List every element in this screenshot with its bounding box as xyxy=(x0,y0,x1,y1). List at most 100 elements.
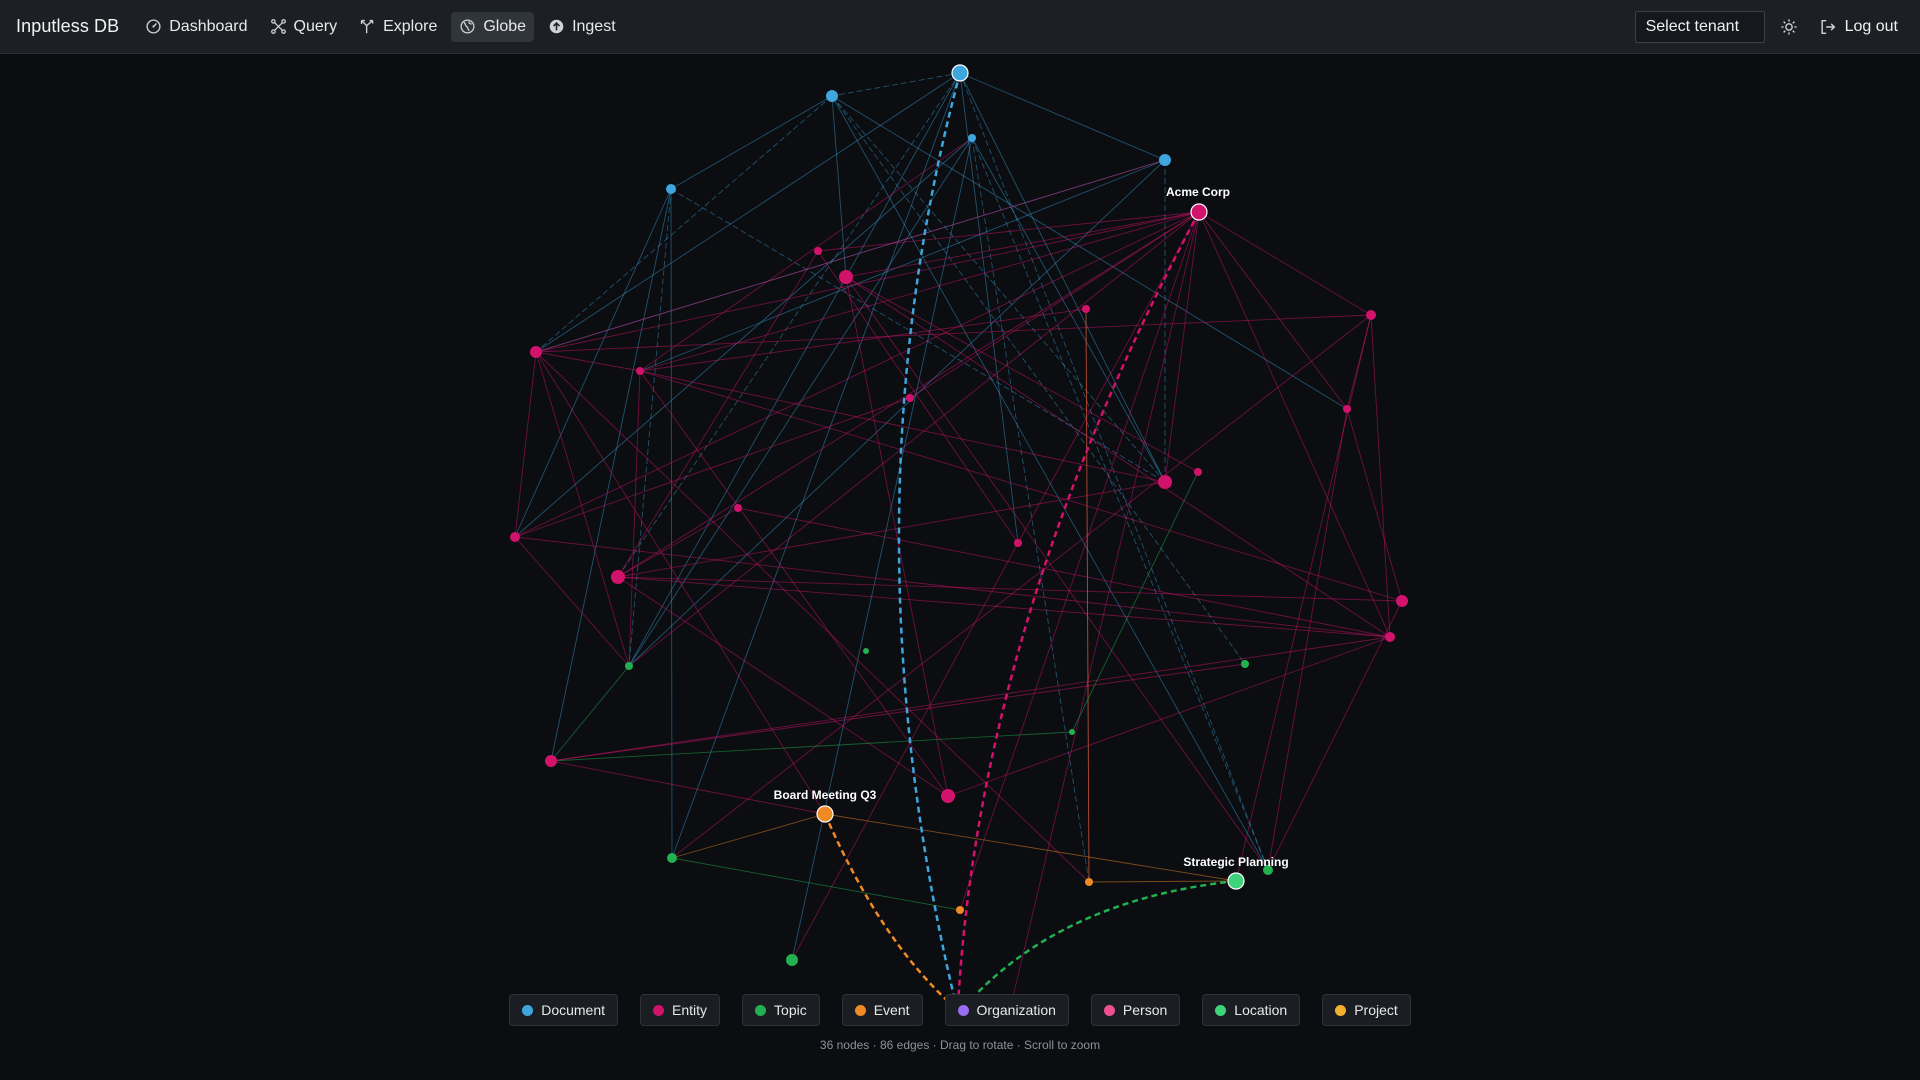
graph-edge xyxy=(514,188,672,538)
graph-node-entity[interactable] xyxy=(1194,468,1202,476)
graph-node-entity[interactable] xyxy=(510,532,520,542)
graph-edge xyxy=(1346,408,1403,602)
graph-edge xyxy=(639,370,949,797)
graph-node-entity[interactable] xyxy=(1158,475,1172,489)
graph-edge xyxy=(947,636,1391,797)
graph-node-entity[interactable] xyxy=(839,270,853,284)
node-label-acme-corp: Acme Corp xyxy=(1166,185,1230,199)
legend-location[interactable]: Location xyxy=(1202,994,1301,1026)
legend-person-label: Person xyxy=(1122,1002,1168,1018)
graph-node-event[interactable] xyxy=(1085,878,1093,886)
event-dot-icon xyxy=(854,1004,866,1016)
graph-edge xyxy=(671,857,961,911)
graph-node-entity[interactable] xyxy=(636,367,644,375)
graph-node-topic[interactable] xyxy=(863,648,869,654)
nav-globe[interactable]: Globe xyxy=(451,11,535,42)
graph-node-document[interactable] xyxy=(951,64,969,82)
legend-organization[interactable]: Organization xyxy=(944,994,1069,1026)
tenant-select[interactable]: Select tenant xyxy=(1634,10,1765,43)
graph-node-event[interactable] xyxy=(956,906,964,914)
graph-edge xyxy=(1346,314,1372,410)
graph-edge xyxy=(628,211,1200,667)
graph-node-entity[interactable] xyxy=(906,394,914,402)
legend-topic-label: Topic xyxy=(774,1002,807,1018)
legend-event-label: Event xyxy=(873,1002,910,1018)
graph-edge xyxy=(831,95,1348,410)
graph-node-location[interactable] xyxy=(1227,872,1245,890)
graph-edge xyxy=(845,211,1200,278)
nav-dashboard-label: Dashboard xyxy=(169,17,248,35)
nav-globe-label: Globe xyxy=(483,17,527,35)
graph-edge xyxy=(514,536,630,667)
graph-node-entity[interactable] xyxy=(1190,203,1208,221)
graph-edge xyxy=(1267,600,1403,871)
graph-node-entity[interactable] xyxy=(734,504,742,512)
graph-node-topic[interactable] xyxy=(1069,729,1075,735)
legend-event[interactable]: Event xyxy=(841,994,923,1026)
theme-toggle-button[interactable] xyxy=(1775,13,1803,41)
app-title[interactable]: Inputless DB xyxy=(16,16,119,37)
nav-explore-label: Explore xyxy=(383,17,438,35)
graph-node-entity[interactable] xyxy=(1385,632,1395,642)
query-icon xyxy=(270,19,286,34)
graph-node-document[interactable] xyxy=(968,134,976,142)
graph-node-document[interactable] xyxy=(666,184,676,194)
nav-dashboard[interactable]: Dashboard xyxy=(137,12,255,42)
graph-node-entity[interactable] xyxy=(941,789,955,803)
topic-dot-icon xyxy=(755,1004,767,1016)
logout-button[interactable]: Log out xyxy=(1813,14,1904,40)
graph-node-topic[interactable] xyxy=(1241,660,1249,668)
node-label-strategic-planning: Strategic Planning xyxy=(1183,855,1288,869)
nav-query-label: Query xyxy=(293,17,338,35)
legend-project-label: Project xyxy=(1354,1002,1398,1018)
graph-edge xyxy=(971,137,1269,871)
graph-edge xyxy=(617,576,1403,602)
graph-node-topic[interactable] xyxy=(625,662,633,670)
legend-person[interactable]: Person xyxy=(1090,994,1181,1026)
graph-node-entity[interactable] xyxy=(530,346,542,358)
graph-node-entity[interactable] xyxy=(1396,595,1408,607)
graph-edge xyxy=(845,276,1199,473)
graph-edge xyxy=(628,188,672,667)
graph-node-entity[interactable] xyxy=(814,247,822,255)
graph-edge xyxy=(909,211,1200,399)
legend-organization-label: Organization xyxy=(976,1002,1056,1018)
nav-explore[interactable]: Explore xyxy=(351,12,445,42)
nav-ingest[interactable]: Ingest xyxy=(540,12,624,42)
nav-query[interactable]: Query xyxy=(262,12,346,42)
graph-node-document[interactable] xyxy=(1159,154,1171,166)
legend-topic[interactable]: Topic xyxy=(742,994,820,1026)
legend-document[interactable]: Document xyxy=(509,994,619,1026)
graph-edge xyxy=(1370,314,1391,638)
graph-edge xyxy=(535,351,641,372)
graph-node-topic[interactable] xyxy=(786,954,798,966)
graph-edge xyxy=(1198,211,1391,638)
graph-edge xyxy=(535,351,1090,883)
upload-icon xyxy=(549,19,564,34)
graph-edge xyxy=(1011,211,1200,1002)
graph-node-event[interactable] xyxy=(816,805,834,823)
graph-node-topic[interactable] xyxy=(667,853,677,863)
graph-node-entity[interactable] xyxy=(545,755,557,767)
graph-node-entity[interactable] xyxy=(1082,305,1090,313)
graph-stats: 36 nodes · 86 edges · Drag to rotate · S… xyxy=(819,1038,1101,1052)
legend: Document Entity Topic Event Organization… xyxy=(0,994,1920,1026)
graph-edge xyxy=(670,95,833,190)
globe-graph[interactable]: Acme Corp Board Meeting Q3 Strategic Pla… xyxy=(0,55,1920,1015)
graph-edge xyxy=(514,351,537,538)
legend-entity-label: Entity xyxy=(672,1002,708,1018)
graph-node-entity[interactable] xyxy=(1343,405,1351,413)
graph-node-entity[interactable] xyxy=(1366,310,1376,320)
graph-edge xyxy=(971,137,1090,883)
graph-edge xyxy=(535,314,1372,353)
organization-dot-icon xyxy=(957,1004,969,1016)
top-nav-bar: Inputless DB Dashboard Query Explore Glo… xyxy=(0,0,1920,54)
graph-edge xyxy=(639,211,1200,372)
legend-project[interactable]: Project xyxy=(1322,994,1411,1026)
graph-node-document[interactable] xyxy=(826,90,838,102)
graph-node-entity[interactable] xyxy=(1014,539,1022,547)
legend-entity[interactable]: Entity xyxy=(640,994,721,1026)
graph-node-entity[interactable] xyxy=(611,570,625,584)
graph-edge xyxy=(628,72,961,667)
graph-edge xyxy=(1267,408,1348,871)
